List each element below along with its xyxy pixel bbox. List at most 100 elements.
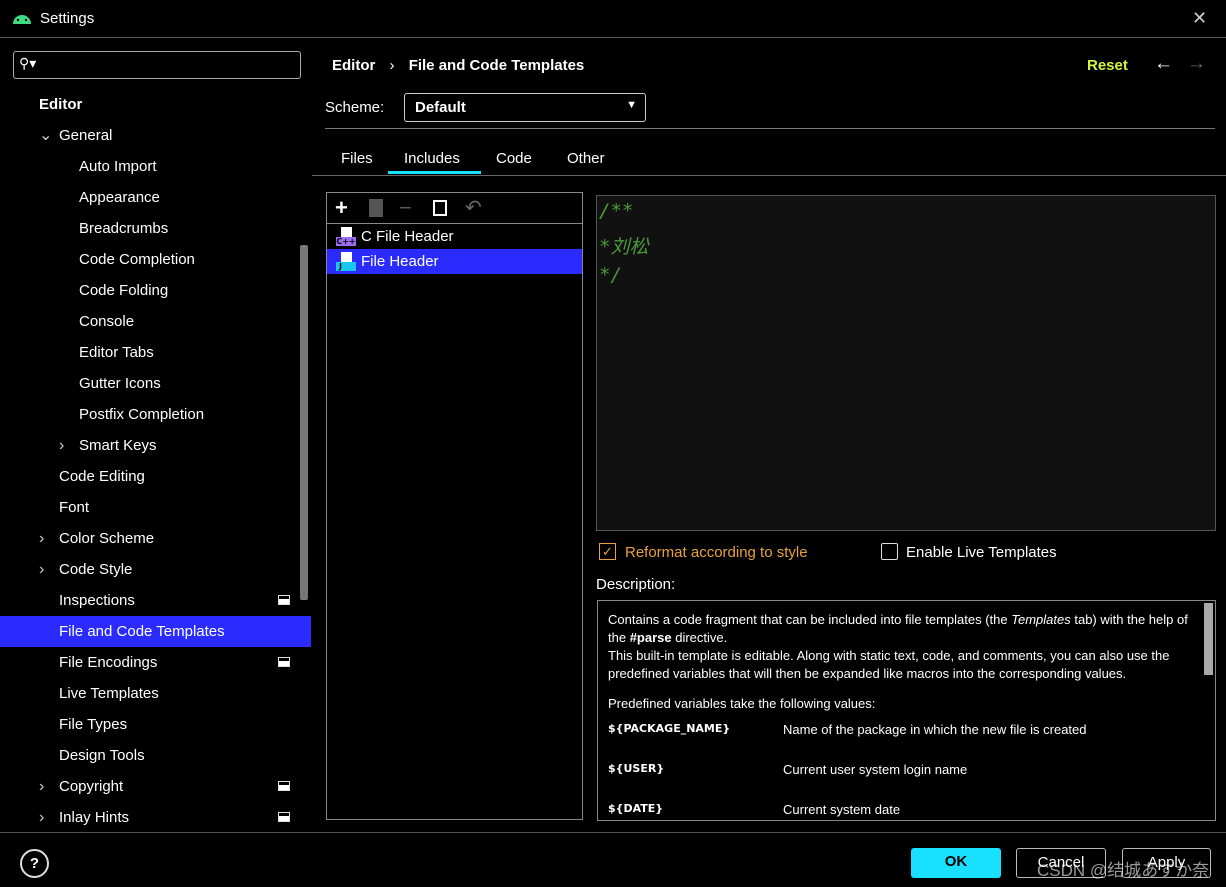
sidebar-item[interactable]: Breadcrumbs — [0, 213, 311, 244]
sidebar-item[interactable]: › Smart Keys — [0, 430, 311, 461]
reformat-label: Reformat according to style — [625, 544, 808, 561]
sidebar-item[interactable]: Code Folding — [0, 275, 311, 306]
description-label: Description: — [596, 576, 676, 593]
close-button[interactable]: ✕ — [1192, 8, 1207, 29]
sidebar-item[interactable]: File and Code Templates — [0, 616, 311, 647]
sidebar-item[interactable]: Auto Import — [0, 151, 311, 182]
list-toolbar: + − ↶ — [327, 193, 582, 224]
reformat-checkbox[interactable]: ✓ — [599, 543, 616, 560]
chevron-right-icon[interactable]: › — [59, 430, 64, 461]
add-child-icon[interactable] — [369, 199, 383, 217]
live-templates-checkbox[interactable] — [881, 543, 898, 560]
variable-desc: Current user system login name — [783, 762, 968, 777]
list-item[interactable]: J File Header — [327, 249, 582, 274]
list-item-label: File Header — [361, 253, 439, 270]
sidebar-item[interactable]: Design Tools — [0, 740, 311, 771]
template-editor[interactable]: /** *刘松 */ — [596, 195, 1216, 531]
sidebar-item-label: Appearance — [79, 189, 160, 206]
breadcrumb: Editor › File and Code Templates — [332, 57, 584, 74]
back-icon[interactable]: ← — [1154, 53, 1173, 75]
sidebar-scrollbar[interactable] — [300, 245, 308, 600]
copy-icon[interactable] — [433, 200, 447, 216]
sidebar-item[interactable]: Live Templates — [0, 678, 311, 709]
chevron-right-icon[interactable]: › — [39, 802, 44, 832]
add-icon[interactable]: + — [335, 195, 348, 221]
search-icon: ⚲▾ — [19, 55, 37, 71]
description-text: Predefined variables take the following … — [608, 696, 876, 711]
sidebar-item[interactable]: › Color Scheme — [0, 523, 311, 554]
remove-icon[interactable]: − — [399, 195, 412, 221]
sidebar-item-label: Code Style — [59, 561, 133, 578]
sidebar-item[interactable]: Appearance — [0, 182, 311, 213]
variable-row: ${PACKAGE_NAME} Name of the package in wh… — [608, 719, 1205, 753]
tab-other[interactable]: Other — [567, 150, 605, 167]
code-line: */ — [599, 264, 622, 286]
sidebar-item[interactable]: Code Completion — [0, 244, 311, 275]
chevron-right-icon[interactable]: › — [39, 771, 44, 802]
description-scrollbar[interactable] — [1204, 603, 1213, 675]
sidebar-item-label: Font — [59, 499, 90, 516]
code-line: /** — [599, 200, 634, 222]
java-file-icon: J — [336, 252, 356, 272]
sidebar-item-label: Smart Keys — [79, 437, 157, 454]
list-item-label: C File Header — [361, 228, 454, 245]
tab-files[interactable]: Files — [341, 150, 373, 167]
chevron-down-icon[interactable]: ⌄ — [39, 120, 52, 151]
tab-includes[interactable]: Includes — [404, 150, 460, 167]
sidebar-item-label: Breadcrumbs — [79, 220, 169, 237]
sidebar-item[interactable]: Gutter Icons — [0, 368, 311, 399]
divider — [0, 832, 1226, 833]
sidebar-item[interactable]: ⌄ General — [0, 120, 311, 151]
sidebar-item[interactable]: Console — [0, 306, 311, 337]
sidebar-item[interactable]: Code Editing — [0, 461, 311, 492]
watermark: CSDN @结城あすか奈 — [1037, 861, 1210, 880]
undo-icon[interactable]: ↶ — [465, 195, 482, 220]
project-scope-icon — [278, 781, 290, 791]
variable-name: ${PACKAGE_NAME} — [608, 722, 731, 735]
settings-tree: Editor ⌄ General Auto Import Appearance Bread… — [0, 89, 312, 832]
ok-button[interactable]: OK — [911, 848, 1001, 878]
sidebar-item-label: Inspections — [59, 592, 135, 609]
sidebar-item[interactable]: Inspections — [0, 585, 311, 616]
sidebar-item[interactable]: › Code Style — [0, 554, 311, 585]
variable-desc: Current system date — [783, 802, 901, 817]
tab-code[interactable]: Code — [496, 150, 532, 167]
description-text: This built-in template is editable. Alon… — [608, 648, 1170, 681]
scheme-select[interactable]: Default ▼ — [404, 93, 646, 122]
forward-icon[interactable]: → — [1187, 53, 1206, 75]
sidebar-item-label: Code Completion — [79, 251, 195, 268]
sidebar-item-label: File and Code Templates — [59, 623, 225, 640]
templates-list-panel: + − ↶ C++ C File Header J File Header — [326, 192, 583, 820]
sidebar-item[interactable]: › Copyright — [0, 771, 311, 802]
sidebar-item-label: File Encodings — [59, 654, 158, 671]
cpp-file-icon: C++ — [336, 227, 356, 247]
project-scope-icon — [278, 595, 290, 605]
help-button[interactable]: ? — [20, 849, 49, 878]
variable-desc: Name of the package in which the new fil… — [783, 722, 1087, 737]
breadcrumb-current: File and Code Templates — [408, 57, 585, 74]
sidebar-item[interactable]: File Encodings — [0, 647, 311, 678]
scheme-value: Default — [415, 99, 466, 116]
sidebar-item[interactable]: Editor — [0, 89, 311, 120]
android-icon — [13, 15, 31, 24]
chevron-right-icon[interactable]: › — [39, 554, 44, 585]
sidebar-item-label: Copyright — [59, 778, 124, 795]
reset-link[interactable]: Reset — [1087, 57, 1128, 74]
search-input[interactable]: ⚲▾ — [13, 51, 301, 79]
list-item[interactable]: C++ C File Header — [327, 224, 582, 249]
sidebar-item[interactable]: Editor Tabs — [0, 337, 311, 368]
chevron-right-icon[interactable]: › — [39, 523, 44, 554]
breadcrumb-editor[interactable]: Editor — [332, 57, 375, 74]
sidebar-item-label: Gutter Icons — [79, 375, 161, 392]
sidebar-item[interactable]: Font — [0, 492, 311, 523]
sidebar-item-label: Editor Tabs — [79, 344, 154, 361]
sidebar-item[interactable]: File Types — [0, 709, 311, 740]
file-type-badge: J — [336, 262, 356, 271]
file-type-badge: C++ — [336, 237, 356, 246]
chevron-down-icon: ▼ — [626, 99, 637, 111]
sidebar-item[interactable]: › Inlay Hints — [0, 802, 311, 832]
sidebar-item[interactable]: Postfix Completion — [0, 399, 311, 430]
active-tab-indicator — [388, 171, 481, 174]
window-title: Settings — [40, 10, 95, 27]
project-scope-icon — [278, 657, 290, 667]
